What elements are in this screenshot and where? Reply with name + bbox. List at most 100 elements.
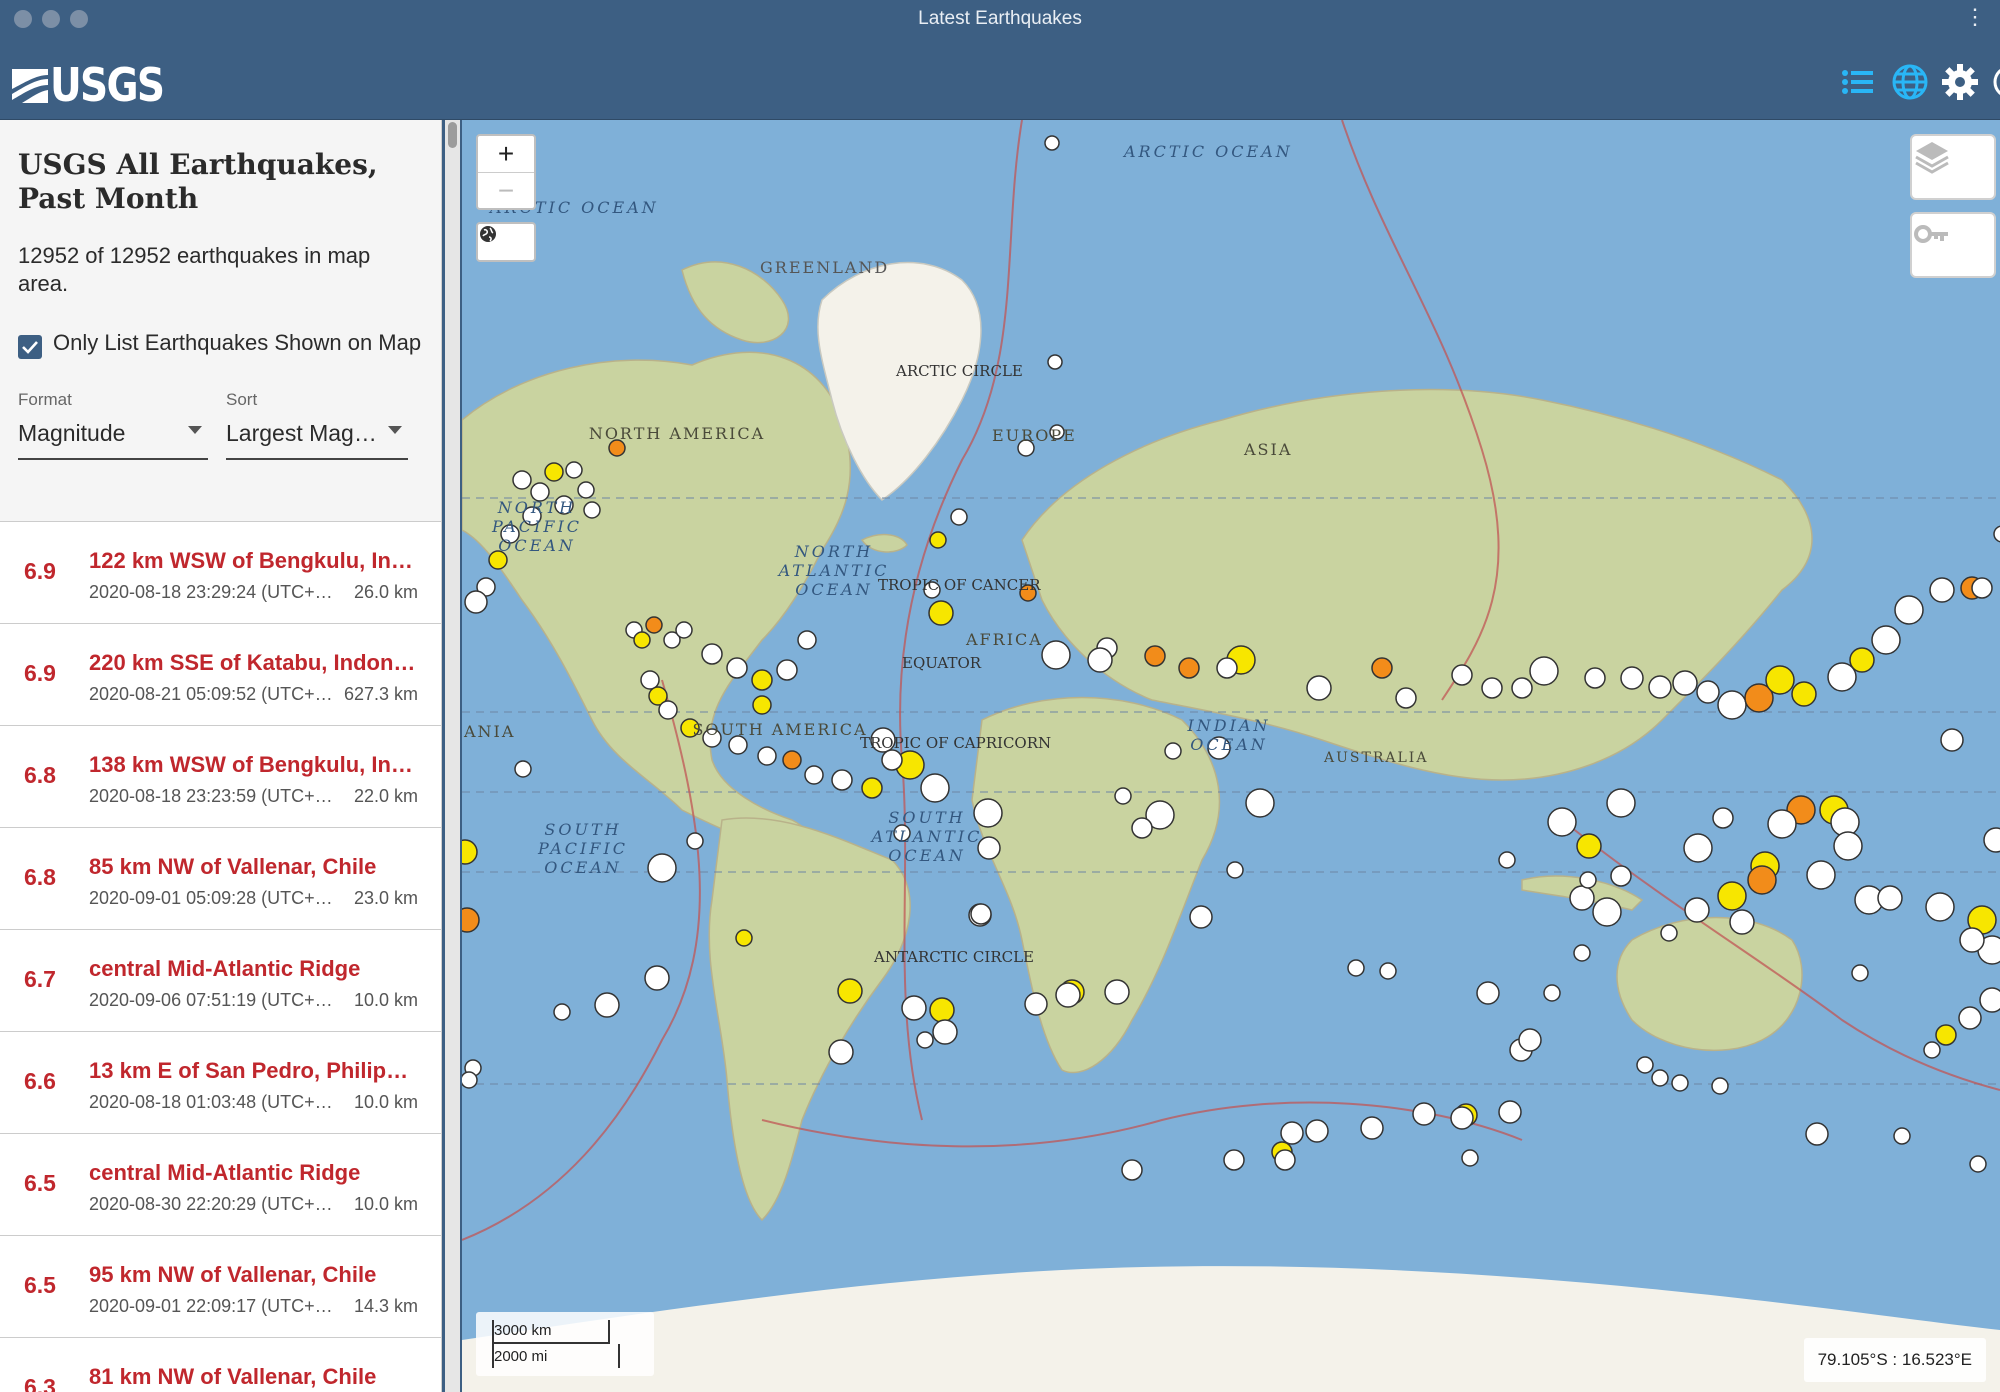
globe-icon[interactable] <box>1890 62 1930 102</box>
earthquake-marker <box>1216 657 1238 679</box>
earthquake-item[interactable]: 6.3 81 km NW of Vallenar, Chile <box>0 1338 441 1392</box>
earthquake-marker <box>1573 944 1591 962</box>
sort-select[interactable]: Sort Largest Magnitude <box>226 390 408 460</box>
earthquake-marker <box>1765 665 1795 695</box>
earthquake-marker <box>837 978 863 1004</box>
earthquake-marker <box>1280 1121 1304 1145</box>
map-label-australia: AUSTRALIA <box>1324 750 1429 766</box>
earthquake-marker <box>751 669 773 691</box>
map-label-north-pacific-ocean: NORTH PACIFIC OCEAN <box>491 498 583 555</box>
scrollbar-thumb[interactable] <box>448 122 457 148</box>
format-select[interactable]: Format Magnitude <box>18 390 208 460</box>
map-label-south-america: SOUTH AMERICA <box>692 720 868 739</box>
earthquake-time: 2020-08-30 22:20:29 (UTC+00:00) <box>89 1194 334 1214</box>
earthquake-marker <box>1371 657 1393 679</box>
earthquake-marker <box>1121 1159 1143 1181</box>
earthquake-marker <box>1696 680 1720 704</box>
earthquake-marker <box>1729 909 1755 935</box>
layers-button[interactable] <box>1910 134 1996 200</box>
checkmark-icon <box>22 341 38 354</box>
earthquake-item[interactable]: 6.6 13 km E of San Pedro, Philippines 20… <box>0 1032 441 1134</box>
earthquake-marker <box>1620 666 1644 690</box>
map-label-asia: ASIA <box>1244 440 1293 459</box>
sort-value: Largest Magnitude <box>226 420 408 446</box>
earthquake-item[interactable]: 6.7 central Mid-Atlantic Ridge 2020-09-0… <box>0 930 441 1032</box>
earthquake-marker <box>514 760 532 778</box>
format-caption: Format <box>18 390 72 409</box>
earthquake-marker <box>1189 905 1213 929</box>
earthquake-magnitude: 6.5 <box>24 1170 56 1196</box>
earthquake-marker <box>1360 1116 1384 1140</box>
earthquake-marker <box>1717 881 1747 911</box>
earthquake-magnitude: 6.3 <box>24 1374 56 1392</box>
gear-icon[interactable] <box>1940 62 1980 102</box>
earthquake-item[interactable]: 6.8 85 km NW of Vallenar, Chile 2020-09-… <box>0 828 441 930</box>
usgs-logo[interactable]: USGS <box>10 62 183 108</box>
map-label-africa: AFRICA <box>966 630 1043 649</box>
earthquake-marker <box>1849 647 1875 673</box>
earthquake-marker <box>932 1019 958 1045</box>
map-scale-bar: 3000 km 2000 mi <box>476 1312 654 1376</box>
earthquake-marker <box>1518 1028 1542 1052</box>
earthquake-marker <box>1461 1149 1479 1167</box>
earthquake-item[interactable]: 6.5 central Mid-Atlantic Ridge 2020-08-3… <box>0 1134 441 1236</box>
earthquake-marker <box>828 1039 854 1065</box>
earthquake-marker <box>633 631 651 649</box>
earthquake-marker <box>1806 860 1836 890</box>
map-label-south-pacific-ocean: SOUTH PACIFIC OCEAN <box>537 820 629 877</box>
earthquake-marker <box>831 769 853 791</box>
list-title: USGS All Earthquakes, Past Month <box>18 148 378 215</box>
earthquake-marker <box>1451 664 1473 686</box>
usgs-logo-text: USGS <box>50 58 165 112</box>
chevron-down-icon <box>188 426 202 434</box>
sort-caption: Sort <box>226 390 258 409</box>
earthquake-marker <box>686 832 704 850</box>
earthquake-marker <box>1104 979 1130 1005</box>
earthquake-marker <box>1712 807 1734 829</box>
earthquake-marker <box>675 621 693 639</box>
earthquake-item[interactable]: 6.9 122 km WSW of Bengkulu, Indonesia 20… <box>0 522 441 624</box>
world-basemap <box>462 120 2000 1392</box>
earthquake-marker <box>1579 871 1597 889</box>
earthquake-marker <box>1684 897 1710 923</box>
app-header: USGS <box>0 38 2000 120</box>
list-scrollbar[interactable] <box>445 120 460 1392</box>
map-label-arctic-circle: ARCTIC CIRCLE <box>896 362 1023 380</box>
earthquake-marker <box>1925 892 1955 922</box>
legend-button[interactable] <box>1910 212 1996 278</box>
earthquake-time: 2020-09-01 22:09:17 (UTC+00:00) <box>89 1296 334 1316</box>
list-icon[interactable] <box>1838 62 1878 102</box>
earthquake-marker <box>1569 885 1595 911</box>
cursor-coordinates: 79.105°S : 16.523°E <box>1803 1338 1986 1382</box>
earthquake-marker <box>757 746 777 766</box>
globe-icon <box>480 226 496 242</box>
world-view-button[interactable] <box>476 222 536 262</box>
help-icon[interactable]: ? <box>1990 62 2000 102</box>
earthquake-item[interactable]: 6.9 220 km SSE of Katabu, Indonesia 2020… <box>0 624 441 726</box>
earthquake-marker <box>929 531 947 549</box>
earthquake-marker <box>1274 1149 1296 1171</box>
scale-km-label: 3000 km <box>494 1322 552 1339</box>
earthquake-marker <box>1347 959 1365 977</box>
zoom-out-button[interactable]: − <box>478 173 534 209</box>
earthquake-marker <box>1711 1077 1729 1095</box>
only-list-shown-toggle[interactable]: Only List Earthquakes Shown on Map <box>18 326 423 360</box>
zoom-in-button[interactable]: + <box>478 136 534 172</box>
earthquake-item[interactable]: 6.8 138 km WSW of Bengkulu, Indonesia 20… <box>0 726 441 828</box>
layers-icon <box>1915 142 1949 174</box>
earthquake-marker <box>1592 897 1622 927</box>
earthquake-marker <box>1305 1119 1329 1143</box>
earthquake-marker <box>1791 681 1817 707</box>
earthquake-marker <box>1306 675 1332 701</box>
earthquake-item[interactable]: 6.5 95 km NW of Vallenar, Chile 2020-09-… <box>0 1236 441 1338</box>
earthquake-map[interactable]: ARCTIC OCEAN ARCTIC OCEAN GREENLAND ARCT… <box>462 120 2000 1392</box>
earthquake-marker <box>1871 625 1901 655</box>
more-menu-icon[interactable]: ⋮ <box>1964 6 1986 28</box>
map-label-tropic-of-cancer: TROPIC OF CANCER <box>878 576 1041 594</box>
earthquake-marker <box>901 995 927 1021</box>
earthquake-place: 138 km WSW of Bengkulu, Indonesia <box>89 752 419 777</box>
only-list-shown-checkbox[interactable] <box>18 335 42 359</box>
earthquake-marker <box>804 765 824 785</box>
earthquake-marker <box>1041 640 1071 670</box>
earthquake-marker <box>1717 690 1747 720</box>
